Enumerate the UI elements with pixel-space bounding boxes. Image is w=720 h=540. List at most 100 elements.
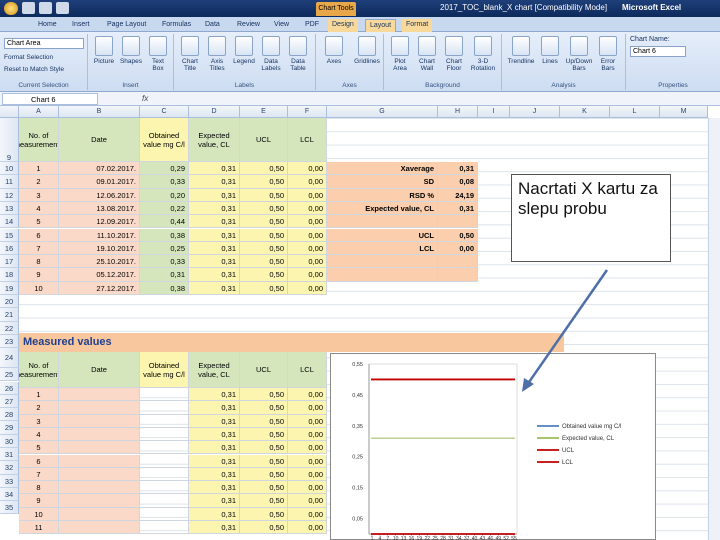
table-cell[interactable]: 0,00 <box>288 521 327 535</box>
table-cell[interactable]: 0,31 <box>189 201 240 216</box>
table-cell[interactable]: 0,50 <box>240 241 288 256</box>
data-table-button[interactable]: Data Table <box>286 36 310 72</box>
row-header[interactable]: 20 <box>0 295 19 309</box>
table-cell[interactable]: 8 <box>19 481 59 495</box>
table-cell[interactable]: 11.10.2017. <box>59 228 140 242</box>
chart-elements-dropdown[interactable]: Chart Area <box>4 38 84 49</box>
column-header-d[interactable]: D <box>189 106 240 118</box>
table-cell[interactable]: 0,00 <box>288 507 327 521</box>
tab-home[interactable]: Home <box>34 19 61 32</box>
table-cell[interactable]: 0,31 <box>189 255 240 269</box>
table-cell[interactable]: 0,31 <box>189 481 240 495</box>
table-cell[interactable]: 0,50 <box>240 162 288 176</box>
row-header[interactable]: 14 <box>0 215 19 229</box>
chart-name-input[interactable]: Chart 6 <box>630 46 686 57</box>
table-cell[interactable] <box>59 441 140 455</box>
table-cell[interactable]: 0,44 <box>140 215 189 229</box>
table-cell[interactable]: 0,00 <box>288 201 327 216</box>
stat-value[interactable]: 0,00 <box>438 241 478 256</box>
column-header-g[interactable]: G <box>327 106 438 118</box>
header-obtained[interactable]: Obtained value mg C/l <box>140 118 189 162</box>
stat-blank[interactable] <box>438 255 478 269</box>
table-cell[interactable]: 0,31 <box>189 414 240 428</box>
table-cell[interactable]: 0,00 <box>288 175 327 189</box>
table-cell[interactable]: 0,50 <box>240 494 288 508</box>
row-header[interactable]: 26 <box>0 381 19 395</box>
table-cell[interactable]: 6 <box>19 454 59 468</box>
text-box-button[interactable]: Text Box <box>146 36 170 72</box>
table-cell[interactable] <box>140 521 189 535</box>
row-header[interactable]: 28 <box>0 408 19 422</box>
row-header[interactable]: 24 <box>0 348 19 369</box>
table-cell[interactable]: 0,31 <box>189 241 240 256</box>
table-cell[interactable]: 0,00 <box>288 241 327 256</box>
table-cell[interactable]: 12.09.2017. <box>59 215 140 229</box>
table-cell[interactable]: 3 <box>19 414 59 428</box>
column-header-f[interactable]: F <box>288 106 327 118</box>
table-cell[interactable]: 5 <box>19 441 59 455</box>
table-cell[interactable]: 0,31 <box>189 175 240 189</box>
table-cell[interactable]: 05.12.2017. <box>59 268 140 282</box>
table-cell[interactable]: 0,00 <box>288 268 327 282</box>
chart-floor-button[interactable]: Chart Floor <box>442 36 466 72</box>
row-header[interactable]: 30 <box>0 434 19 448</box>
table-cell[interactable]: 0,00 <box>288 494 327 508</box>
table-cell[interactable]: 19.10.2017. <box>59 241 140 256</box>
table-cell[interactable] <box>140 467 189 482</box>
header-expected[interactable]: Expected value, CL <box>189 352 240 388</box>
column-header-e[interactable]: E <box>240 106 288 118</box>
reset-to-match-style-button[interactable]: Reset to Match Style <box>4 66 64 73</box>
table-cell[interactable]: 10 <box>19 507 59 521</box>
table-cell[interactable]: 1 <box>19 162 59 176</box>
table-cell[interactable]: 5 <box>19 215 59 229</box>
table-cell[interactable]: 0,50 <box>240 481 288 495</box>
table-cell[interactable]: 0,31 <box>189 427 240 442</box>
table-cell[interactable]: 0,50 <box>240 507 288 521</box>
table-cell[interactable]: 0,31 <box>189 401 240 415</box>
table-cell[interactable] <box>59 427 140 442</box>
table-cell[interactable]: 0,00 <box>288 414 327 428</box>
table-cell[interactable]: 0,31 <box>189 268 240 282</box>
table-cell[interactable]: 0,25 <box>140 241 189 256</box>
header-ucl[interactable]: UCL <box>240 118 288 162</box>
legend-button[interactable]: Legend <box>232 36 256 65</box>
row-header[interactable]: 9 <box>0 118 19 162</box>
table-cell[interactable] <box>59 481 140 495</box>
format-selection-button[interactable]: Format Selection <box>4 54 53 61</box>
header-lcl[interactable]: LCL <box>288 352 327 388</box>
table-cell[interactable] <box>59 454 140 468</box>
tab-design[interactable]: Design <box>328 19 358 32</box>
table-cell[interactable]: 6 <box>19 228 59 242</box>
table-cell[interactable]: 0,50 <box>240 188 288 202</box>
header-obtained[interactable]: Obtained value mg C/l <box>140 352 189 388</box>
chart-wall-button[interactable]: Chart Wall <box>415 36 439 72</box>
table-cell[interactable]: 0,31 <box>140 268 189 282</box>
row-header[interactable]: 23 <box>0 334 19 349</box>
table-cell[interactable]: 0,31 <box>189 521 240 535</box>
table-cell[interactable]: 0,50 <box>240 388 288 402</box>
select-all-corner[interactable] <box>0 106 19 118</box>
stat-label[interactable]: UCL <box>327 228 438 242</box>
stat-value[interactable]: 0,31 <box>438 162 478 176</box>
row-header[interactable]: 17 <box>0 255 19 269</box>
table-cell[interactable]: 0,50 <box>240 215 288 229</box>
row-header[interactable]: 33 <box>0 474 19 488</box>
row-header[interactable]: 27 <box>0 394 19 409</box>
table-cell[interactable]: 0,31 <box>189 388 240 402</box>
table-cell[interactable] <box>140 481 189 495</box>
table-cell[interactable]: 0,50 <box>240 427 288 442</box>
table-cell[interactable] <box>59 507 140 521</box>
table-cell[interactable] <box>140 414 189 428</box>
table-cell[interactable]: 27.12.2017. <box>59 281 140 295</box>
table-cell[interactable]: 0,00 <box>288 281 327 295</box>
office-button-icon[interactable] <box>4 2 18 15</box>
shapes-button[interactable]: Shapes <box>119 36 143 65</box>
table-cell[interactable]: 7 <box>19 467 59 482</box>
table-cell[interactable]: 0,00 <box>288 481 327 495</box>
plot-area-button[interactable]: Plot Area <box>388 36 412 72</box>
header-expected[interactable]: Expected value, CL <box>189 118 240 162</box>
stat-label[interactable]: Xaverage <box>327 162 438 176</box>
column-header-k[interactable]: K <box>560 106 610 118</box>
table-cell[interactable]: 0,31 <box>189 228 240 242</box>
row-header[interactable]: 16 <box>0 241 19 256</box>
